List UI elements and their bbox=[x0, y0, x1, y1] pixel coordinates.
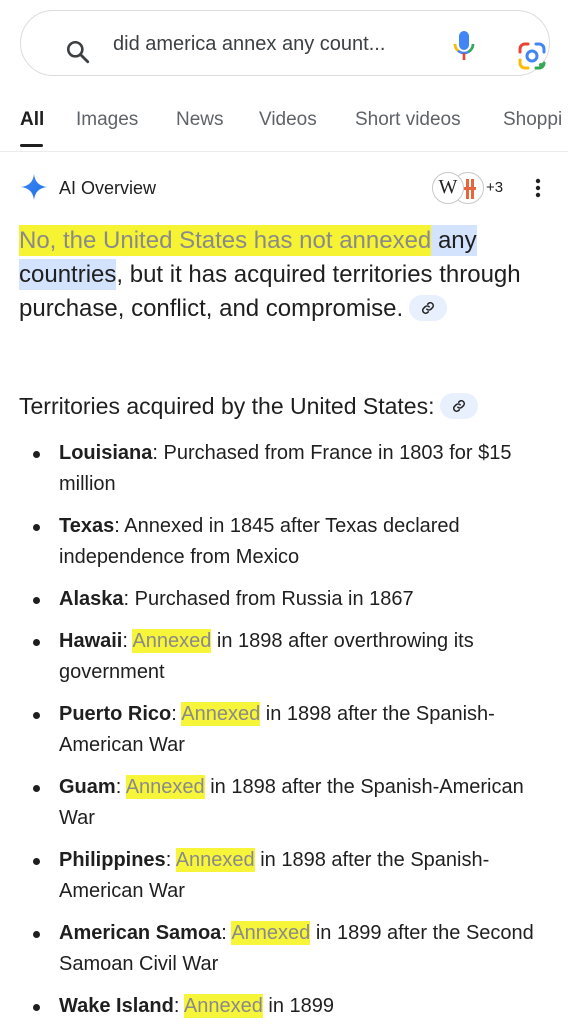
google-lens-icon[interactable] bbox=[517, 41, 547, 71]
list-item: Wake Island: Annexed in 1899 bbox=[0, 991, 568, 1022]
ai-overview-header: AI Overview W +3 bbox=[0, 165, 568, 209]
heading-link-button[interactable] bbox=[440, 392, 479, 419]
search-tabs: All Images News Videos Short videos Shop… bbox=[0, 100, 568, 150]
highlighted-word: Annexed bbox=[175, 848, 255, 872]
wikipedia-icon: W bbox=[432, 172, 464, 204]
tab-shopping[interactable]: Shoppi bbox=[503, 108, 562, 132]
territory-name: Guam bbox=[59, 776, 116, 798]
search-icon[interactable] bbox=[65, 39, 91, 70]
more-vert-icon[interactable] bbox=[530, 177, 546, 199]
territory-name: Louisiana bbox=[59, 442, 153, 464]
territory-name: Wake Island bbox=[59, 995, 174, 1017]
tab-all[interactable]: All bbox=[20, 108, 44, 132]
territory-name: American Samoa bbox=[59, 922, 222, 944]
list-item: American Samoa: Annexed in 1899 after th… bbox=[0, 918, 568, 980]
list-item: Texas: Annexed in 1845 after Texas decla… bbox=[0, 511, 568, 573]
search-bar[interactable]: did america annex any count... bbox=[20, 10, 550, 76]
search-input[interactable]: did america annex any count... bbox=[113, 31, 431, 57]
list-item: Guam: Annexed in 1898 after the Spanish-… bbox=[0, 772, 568, 834]
territory-name: Hawaii bbox=[59, 630, 123, 652]
territories-heading: Territories acquired by the United State… bbox=[19, 390, 549, 422]
source-link-button[interactable] bbox=[409, 294, 448, 321]
territories-list: Louisiana: Purchased from France in 1803… bbox=[0, 438, 568, 1024]
territory-name: Puerto Rico bbox=[59, 703, 172, 725]
more-sources-count[interactable]: +3 bbox=[486, 178, 503, 198]
highlighted-word: Annexed bbox=[183, 994, 263, 1018]
divider bbox=[0, 151, 568, 152]
ai-sparkle-icon bbox=[20, 173, 48, 201]
list-item: Hawaii: Annexed in 1898 after overthrowi… bbox=[0, 626, 568, 688]
tab-videos[interactable]: Videos bbox=[259, 108, 317, 132]
tab-news[interactable]: News bbox=[176, 108, 224, 132]
mic-icon[interactable] bbox=[449, 29, 479, 61]
ai-answer: No, the United States has not annexed an… bbox=[19, 224, 549, 326]
highlighted-word: Annexed bbox=[181, 702, 261, 726]
heading-text: Territories acquired by the United State… bbox=[19, 393, 435, 419]
highlighted-answer: No, the United States has not annexed bbox=[19, 225, 432, 256]
tab-images[interactable]: Images bbox=[76, 108, 138, 132]
territory-name: Alaska bbox=[59, 588, 124, 610]
list-item: Philippines: Annexed in 1898 after the S… bbox=[0, 845, 568, 907]
source-badges[interactable]: W +3 bbox=[432, 172, 512, 204]
highlighted-word: Annexed bbox=[132, 629, 212, 653]
ai-overview-title: AI Overview bbox=[59, 178, 157, 198]
tab-short-videos[interactable]: Short videos bbox=[355, 108, 461, 132]
highlighted-word: Annexed bbox=[231, 921, 311, 945]
list-item: Louisiana: Purchased from France in 1803… bbox=[0, 438, 568, 500]
link-icon bbox=[422, 301, 435, 314]
highlighted-word: Annexed bbox=[125, 775, 205, 799]
list-item: Alaska: Purchased from Russia in 1867 bbox=[0, 584, 568, 615]
territory-name: Philippines bbox=[59, 849, 166, 871]
territory-name: Texas bbox=[59, 515, 115, 537]
link-icon bbox=[453, 399, 466, 412]
territory-desc: Purchased from Russia in 1867 bbox=[134, 588, 414, 610]
list-item: Puerto Rico: Annexed in 1898 after the S… bbox=[0, 699, 568, 761]
territory-desc: in 1899 bbox=[262, 995, 335, 1017]
active-tab-indicator bbox=[20, 144, 43, 147]
